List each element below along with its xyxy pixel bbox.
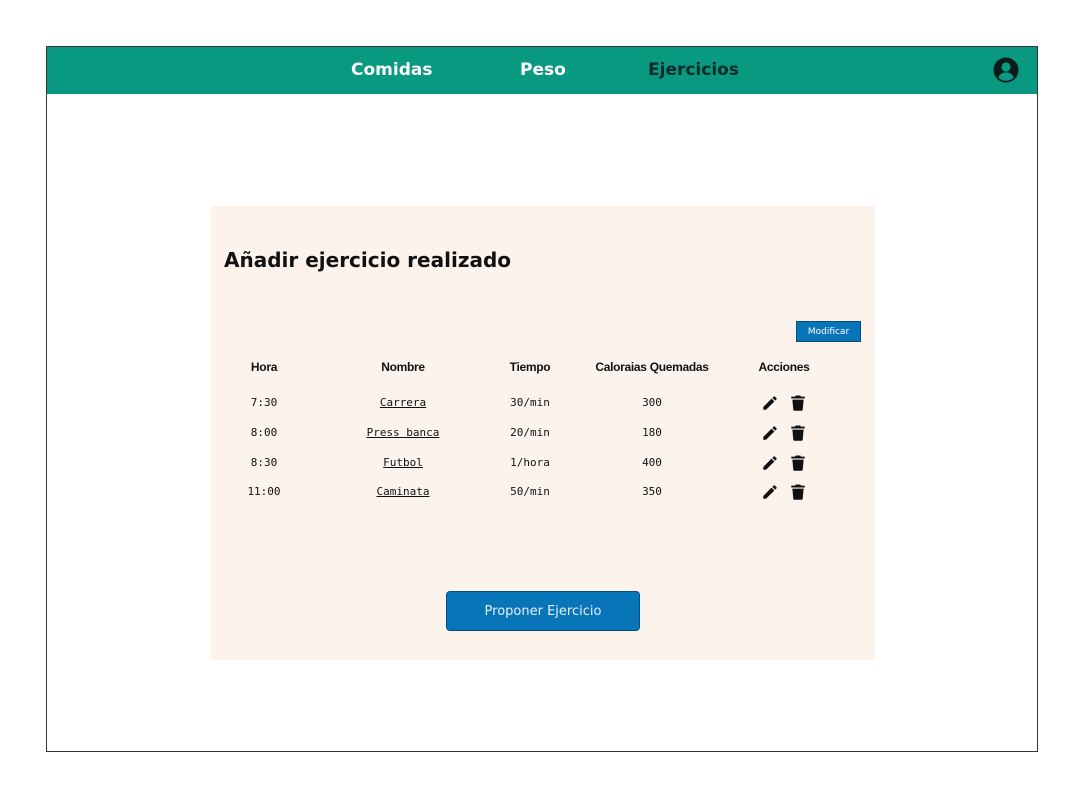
cell-calorias: 180 [642, 426, 662, 439]
app-window: Comidas Peso Ejercicios Añadir ejercicio… [46, 46, 1038, 752]
user-circle-icon[interactable] [993, 57, 1019, 83]
column-header-nombre: Nombre [381, 360, 425, 374]
cell-calorias: 400 [642, 456, 662, 469]
column-header-hora: Hora [250, 360, 278, 374]
propose-exercise-button[interactable]: Proponer Ejercicio [446, 591, 640, 631]
exercise-name-link[interactable]: Press banca [367, 422, 440, 444]
modify-button[interactable]: Modificar [796, 321, 861, 342]
pencil-icon[interactable] [761, 394, 779, 412]
table-row: 8:30 Futbol 1/hora 400 [221, 452, 841, 474]
nav-item-ejercicios[interactable]: Ejercicios [648, 60, 739, 80]
top-navigation: Comidas Peso Ejercicios [47, 47, 1037, 94]
pencil-icon[interactable] [761, 454, 779, 472]
cell-hora: 11:00 [247, 485, 281, 498]
column-header-calorias: Caloraias Quemadas [595, 360, 709, 374]
exercise-card: Añadir ejercicio realizado Modificar Hor… [211, 206, 875, 660]
cell-tiempo: 30/min [510, 396, 550, 409]
nav-item-comidas[interactable]: Comidas [351, 60, 432, 80]
cell-tiempo: 20/min [510, 426, 550, 439]
table-row: 8:00 Press banca 20/min 180 [221, 422, 841, 444]
column-header-tiempo: Tiempo [509, 360, 551, 374]
table-row: 11:00 Caminata 50/min 350 [221, 481, 841, 503]
trash-icon[interactable] [789, 454, 807, 472]
pencil-icon[interactable] [761, 424, 779, 442]
table-header: Hora Nombre Tiempo Caloraias Quemadas Ac… [221, 356, 841, 378]
pencil-icon[interactable] [761, 483, 779, 501]
row-actions [761, 392, 807, 414]
nav-item-peso[interactable]: Peso [520, 60, 566, 80]
table-row: 7:30 Carrera 30/min 300 [221, 392, 841, 414]
cell-tiempo: 50/min [510, 485, 550, 498]
trash-icon[interactable] [789, 394, 807, 412]
cell-calorias: 350 [642, 485, 662, 498]
column-header-acciones: Acciones [758, 360, 810, 374]
trash-icon[interactable] [789, 483, 807, 501]
trash-icon[interactable] [789, 424, 807, 442]
row-actions [761, 422, 807, 444]
exercise-name-link[interactable]: Carrera [380, 392, 426, 414]
cell-hora: 7:30 [250, 396, 278, 409]
cell-calorias: 300 [642, 396, 662, 409]
cell-hora: 8:30 [250, 456, 278, 469]
cell-hora: 8:00 [250, 426, 278, 439]
cell-tiempo: 1/hora [510, 456, 550, 469]
exercise-name-link[interactable]: Futbol [383, 452, 423, 474]
row-actions [761, 481, 807, 503]
exercise-name-link[interactable]: Caminata [377, 481, 430, 503]
row-actions [761, 452, 807, 474]
page-title: Añadir ejercicio realizado [224, 248, 512, 272]
